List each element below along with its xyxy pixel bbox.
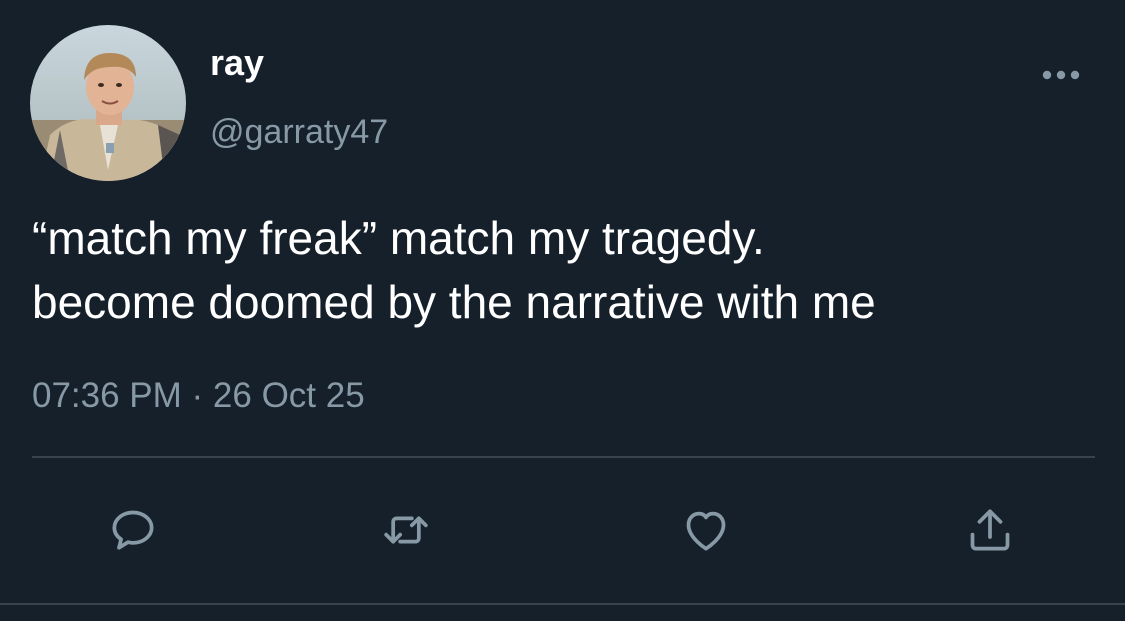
tweet-text-line: “match my freak” match my tragedy. — [32, 212, 765, 264]
tweet-timestamp[interactable]: 07:36 PM · 26 Oct 25 — [32, 374, 365, 418]
retweet-button[interactable] — [376, 500, 436, 560]
tweet-text: “match my freak” match my tragedy. becom… — [32, 206, 1102, 334]
profile-photo-image — [30, 25, 186, 181]
like-button[interactable] — [676, 500, 736, 560]
more-options-button[interactable] — [1038, 58, 1084, 92]
tweet-text-line: become doomed by the narrative with me — [32, 276, 876, 328]
retweet-arrows-icon — [384, 516, 428, 544]
reply-button[interactable] — [103, 500, 163, 560]
ellipsis-icon — [1042, 70, 1080, 80]
user-handle[interactable]: @garraty47 — [210, 112, 388, 152]
speech-bubble-icon — [112, 510, 154, 550]
divider — [0, 603, 1125, 605]
heart-icon — [686, 511, 726, 551]
divider — [32, 456, 1095, 458]
upload-share-icon — [970, 509, 1010, 551]
share-button[interactable] — [960, 500, 1020, 560]
avatar[interactable] — [30, 25, 186, 181]
display-name[interactable]: ray — [210, 42, 264, 84]
